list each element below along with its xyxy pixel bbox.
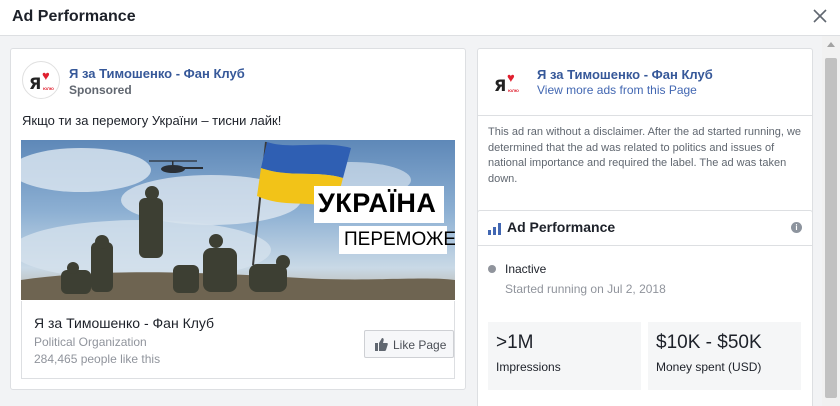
- ad-image[interactable]: УКРАЇНА ПЕРЕМОЖЕ!: [21, 140, 455, 300]
- close-icon[interactable]: [810, 6, 830, 26]
- thumbs-up-icon: [375, 338, 388, 351]
- like-page-button[interactable]: Like Page: [364, 330, 454, 358]
- sponsored-label: Sponsored: [69, 83, 132, 97]
- heart-icon: ♥: [507, 70, 515, 85]
- bar-chart-icon: [488, 223, 501, 235]
- logo-sub: ЮЛЮ: [508, 88, 519, 93]
- page-avatar[interactable]: Я ♥ ЮЛЮ: [22, 61, 60, 99]
- headline-box: УКРАЇНА: [314, 186, 444, 223]
- started-date: Started running on Jul 2, 2018: [505, 282, 666, 296]
- scrollbar[interactable]: [822, 36, 840, 406]
- status-dot: [488, 265, 496, 273]
- headline-line2: ПЕРЕМОЖЕ!: [344, 229, 455, 250]
- heart-icon: ♥: [42, 68, 50, 83]
- logo-sub: ЮЛЮ: [43, 86, 54, 91]
- status-text: Inactive: [505, 262, 547, 276]
- scrollbar-thumb[interactable]: [825, 58, 837, 398]
- view-more-ads-link[interactable]: View more ads from this Page: [537, 83, 697, 97]
- divider: [478, 115, 812, 116]
- page-name-link-right[interactable]: Я за Тимошенко - Фан Клуб: [537, 67, 713, 82]
- spent-metric: $10K - $50K Money spent (USD): [648, 322, 801, 390]
- performance-title: Ad Performance: [507, 219, 616, 235]
- ad-preview-card: Я ♥ ЮЛЮ Я за Тимошенко - Фан Клуб Sponso…: [10, 48, 466, 390]
- spent-value: $10K - $50K: [656, 332, 762, 353]
- ad-text: Якщо ти за перемогу України – тисни лайк…: [22, 113, 282, 128]
- page-avatar-right[interactable]: Я ♥ ЮЛЮ: [490, 66, 526, 102]
- info-icon[interactable]: i: [791, 222, 802, 233]
- headline-box-2: ПЕРЕМОЖЕ!: [339, 226, 455, 254]
- spent-label: Money spent (USD): [656, 360, 762, 374]
- divider: [478, 245, 812, 246]
- helicopter-shape: [149, 160, 203, 173]
- logo-letter: Я: [494, 76, 507, 95]
- logo-letter: Я: [29, 74, 42, 93]
- link-page-name[interactable]: Я за Тимошенко - Фан Клуб: [34, 315, 214, 331]
- like-page-label: Like Page: [393, 338, 447, 352]
- page-name-link[interactable]: Я за Тимошенко - Фан Клуб: [69, 66, 245, 81]
- impressions-value: >1M: [496, 332, 534, 353]
- link-category: Political Organization: [34, 335, 147, 349]
- scroll-up-icon[interactable]: [827, 42, 835, 47]
- modal-title: Ad Performance: [12, 8, 136, 25]
- modal-header: Ad Performance: [0, 0, 840, 36]
- link-likes-count: 284,465 people like this: [34, 352, 161, 366]
- impressions-metric: >1M Impressions: [488, 322, 641, 390]
- headline-line1: УКРАЇНА: [318, 188, 437, 218]
- disclaimer-text: This ad ran without a disclaimer. After …: [488, 126, 802, 185]
- performance-card: Ad Performance i Inactive Started runnin…: [477, 210, 813, 406]
- impressions-label: Impressions: [496, 360, 561, 374]
- ad-link-area: Я за Тимошенко - Фан Клуб Political Orga…: [21, 301, 455, 379]
